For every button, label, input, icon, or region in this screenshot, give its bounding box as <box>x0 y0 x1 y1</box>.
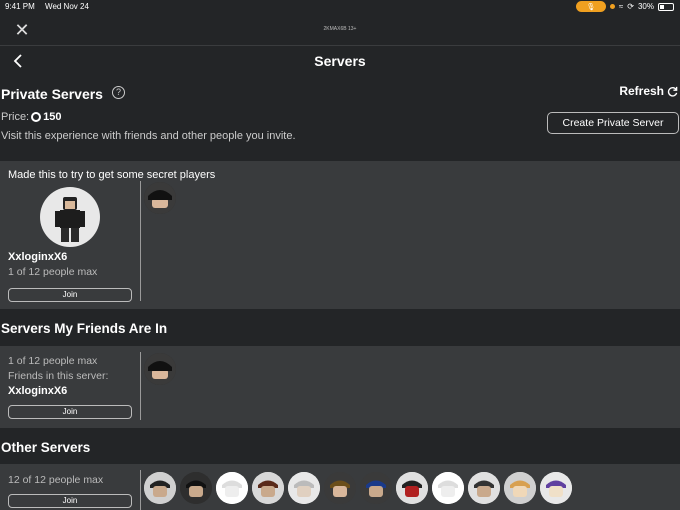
private-server-card: Made this to try to get some secret play… <box>0 161 680 309</box>
friends-in-server-label: Friends in this server: <box>8 370 109 382</box>
refresh-label: Refresh <box>619 84 664 98</box>
other-server-card: 12 of 12 people max Join <box>0 464 680 510</box>
refresh-button[interactable]: Refresh <box>619 84 678 98</box>
player-avatar[interactable] <box>144 182 176 214</box>
create-private-server-button[interactable]: Create Private Server <box>547 112 679 134</box>
friend-avatar[interactable] <box>144 353 176 385</box>
player-avatar[interactable] <box>432 472 464 504</box>
player-avatar[interactable] <box>288 472 320 504</box>
friend-name: XxloginxX6 <box>8 385 68 397</box>
player-avatar[interactable] <box>324 472 356 504</box>
battery-icon <box>658 2 674 11</box>
status-date: Wed Nov 24 <box>45 2 89 11</box>
refresh-icon <box>667 86 678 97</box>
player-avatar[interactable] <box>360 472 392 504</box>
robux-icon <box>31 112 42 122</box>
nav-bar: Servers <box>0 47 680 77</box>
other-server-join-button[interactable]: Join <box>8 494 132 508</box>
friends-servers-title: Servers My Friends Are In <box>1 321 168 336</box>
help-icon[interactable]: ? <box>112 86 125 99</box>
private-server-capacity: 1 of 12 people max <box>8 266 98 278</box>
owner-name: XxloginxX6 <box>8 251 68 263</box>
wifi-icon: ≈ <box>618 2 624 11</box>
player-avatar[interactable] <box>180 472 212 504</box>
player-avatar[interactable] <box>144 472 176 504</box>
recording-dot-icon <box>609 4 615 9</box>
player-avatar[interactable] <box>468 472 500 504</box>
price-label: Price: <box>1 111 30 123</box>
friends-server-capacity: 1 of 12 people max <box>8 355 98 367</box>
other-server-capacity: 12 of 12 people max <box>8 474 104 486</box>
other-servers-title: Other Servers <box>1 440 91 455</box>
player-avatar[interactable] <box>252 472 284 504</box>
player-avatar[interactable] <box>504 472 536 504</box>
divider <box>140 470 141 510</box>
microphone-icon: 🎙 <box>575 1 606 12</box>
status-time: 9:41 PM <box>5 2 35 11</box>
player-avatar[interactable] <box>396 472 428 504</box>
divider <box>140 181 141 301</box>
page-title: Servers <box>314 53 366 69</box>
battery-percent: 30% <box>637 2 654 11</box>
player-avatar[interactable] <box>216 472 248 504</box>
status-bar: 9:41 PM Wed Nov 24 🎙 ≈ ⟳ 30% <box>0 0 680 14</box>
owner-avatar[interactable] <box>40 187 100 247</box>
private-servers-title: Private Servers <box>1 86 103 102</box>
private-server-join-button[interactable]: Join <box>8 288 132 302</box>
divider <box>140 352 141 420</box>
lock-rotation-icon: ⟳ <box>627 2 634 11</box>
private-servers-description: Visit this experience with friends and o… <box>1 130 296 142</box>
friends-server-card: 1 of 12 people max Friends in this serve… <box>0 346 680 428</box>
friends-server-join-button[interactable]: Join <box>8 405 132 419</box>
private-server-name: Made this to try to get some secret play… <box>8 169 216 181</box>
price-value: 150 <box>43 111 62 123</box>
price-row: Price: 150 <box>1 111 61 123</box>
game-tag: 2KMAX6B 13+ <box>323 26 357 32</box>
player-avatar[interactable] <box>540 472 572 504</box>
top-bar: ✕ 2KMAX6B 13+ <box>0 14 680 46</box>
